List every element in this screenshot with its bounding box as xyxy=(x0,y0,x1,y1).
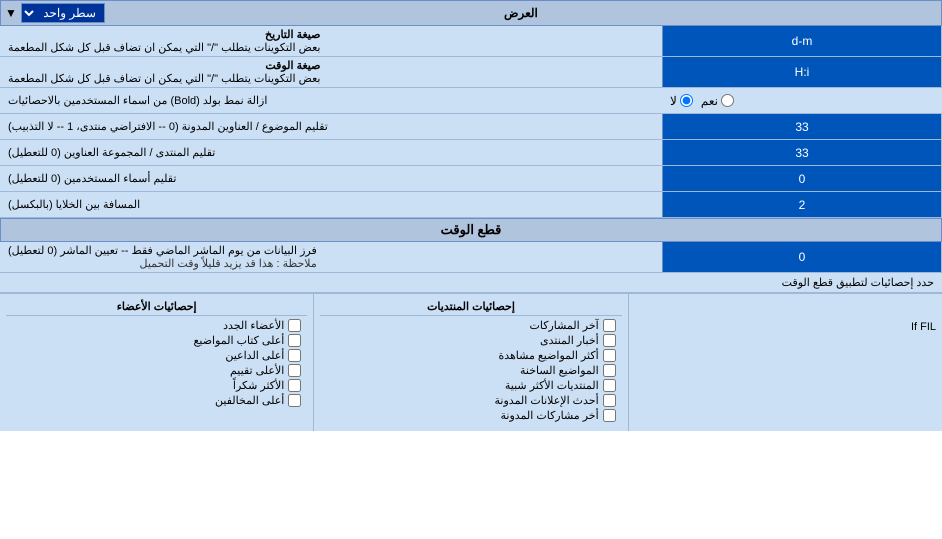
checkbox-posts-6[interactable] xyxy=(603,394,616,407)
checkbox-section: If FIL إحصائيات المنتديات آخر المشاركات … xyxy=(0,293,942,431)
list-item: المواضيع الساخنة xyxy=(326,364,615,377)
time-format-title: صيغة الوقت xyxy=(8,59,320,72)
time-cut-row: 0 فرز البيانات من يوم الماشر الماضي فقط … xyxy=(0,242,942,273)
list-item: أعلى الداعين xyxy=(12,349,301,362)
checkbox-label-posts-3: أكثر المواضيع مشاهدة xyxy=(498,349,598,362)
checkbox-label-posts-6: أحدث الإعلانات المدونة xyxy=(495,394,599,407)
checkbox-members-5[interactable] xyxy=(288,379,301,392)
checkbox-posts-2[interactable] xyxy=(603,334,616,347)
checkbox-posts-1[interactable] xyxy=(603,319,616,332)
date-format-row: d-m صيغة التاريخ بعض التكوينات يتطلب "/"… xyxy=(0,26,942,57)
time-cut-input[interactable]: 0 xyxy=(669,249,935,265)
bold-remove-label: ازالة نمط بولد (Bold) من اسماء المستخدمي… xyxy=(0,88,662,113)
checkbox-label-posts-7: أخر مشاركات المدونة xyxy=(501,409,599,422)
list-item: أعلى المخالفين xyxy=(12,394,301,407)
checkbox-label-members-4: الأعلى تقييم xyxy=(230,364,284,377)
checkbox-label-posts-5: المنتديات الأكثر شبية xyxy=(505,379,599,392)
user-sort-row: 0 تقليم أسماء المستخدمين (0 للتعطيل) xyxy=(0,166,942,192)
posts-col: إحصائيات المنتديات آخر المشاركات أخبار ا… xyxy=(313,294,627,431)
dropdown-icon: ▼ xyxy=(5,6,17,20)
topic-sort-label: تقليم الموضوع / العناوين المدونة (0 -- ا… xyxy=(0,114,662,139)
radio-no-label: لا xyxy=(670,94,693,108)
display-select[interactable]: سطر واحدسطرينثلاثة أسطر xyxy=(21,3,105,23)
topic-sort-input[interactable]: 33 xyxy=(669,119,935,135)
checkbox-label-members-6: أعلى المخالفين xyxy=(215,394,284,407)
time-format-row: H:i صيغة الوقت بعض التكوينات يتطلب "/" ا… xyxy=(0,57,942,88)
checkbox-posts-3[interactable] xyxy=(603,349,616,362)
members-checkbox-list: الأعضاء الجدد أعلى كتاب المواضيع أعلى ال… xyxy=(6,316,307,412)
list-item: أخبار المنتدى xyxy=(326,334,615,347)
right-col: If FIL xyxy=(628,294,942,431)
if-fil-label: If FIL xyxy=(635,319,936,335)
checkbox-label-posts-4: المواضيع الساخنة xyxy=(520,364,599,377)
radio-yes[interactable] xyxy=(721,94,734,107)
checkbox-posts-4[interactable] xyxy=(603,364,616,377)
cell-spacing-input[interactable]: 2 xyxy=(669,197,935,213)
forum-sort-row: 33 تقليم المنتدى / المجموعة العناوين (0 … xyxy=(0,140,942,166)
cell-spacing-input-cell: 2 xyxy=(662,192,942,217)
header-row: العرض سطر واحدسطرينثلاثة أسطر ▼ xyxy=(0,0,942,26)
list-item: الأعلى تقييم xyxy=(12,364,301,377)
main-container: العرض سطر واحدسطرينثلاثة أسطر ▼ d-m صيغة… xyxy=(0,0,942,431)
time-cut-main-label: فرز البيانات من يوم الماشر الماضي فقط --… xyxy=(8,244,317,257)
date-format-label: صيغة التاريخ بعض التكوينات يتطلب "/" الت… xyxy=(0,26,662,56)
time-cut-label: فرز البيانات من يوم الماشر الماضي فقط --… xyxy=(0,242,662,272)
topic-sort-input-cell: 33 xyxy=(662,114,942,139)
checkbox-members-3[interactable] xyxy=(288,349,301,362)
time-format-label: صيغة الوقت بعض التكوينات يتطلب "/" التي … xyxy=(0,57,662,87)
time-cut-header: قطع الوقت xyxy=(0,218,942,242)
bold-radio-cell: نعم لا xyxy=(662,88,942,113)
radio-no[interactable] xyxy=(680,94,693,107)
list-item: الأعضاء الجدد xyxy=(12,319,301,332)
posts-checkbox-list: آخر المشاركات أخبار المنتدى أكثر المواضي… xyxy=(320,316,621,427)
posts-col-header: إحصائيات المنتديات xyxy=(320,298,621,316)
time-format-input-cell: H:i xyxy=(662,57,942,87)
checkbox-label-posts-1: آخر المشاركات xyxy=(530,319,599,332)
time-cut-input-cell: 0 xyxy=(662,242,942,272)
topic-sort-row: 33 تقليم الموضوع / العناوين المدونة (0 -… xyxy=(0,114,942,140)
checkbox-members-1[interactable] xyxy=(288,319,301,332)
time-cut-note: ملاحظة : هذا قد يزيد قليلاً وقت التحميل xyxy=(8,257,317,270)
checkbox-members-6[interactable] xyxy=(288,394,301,407)
forum-sort-label: تقليم المنتدى / المجموعة العناوين (0 للت… xyxy=(0,140,662,165)
list-item: أكثر المواضيع مشاهدة xyxy=(326,349,615,362)
cell-spacing-row: 2 المسافة بين الخلايا (بالبكسل) xyxy=(0,192,942,218)
user-sort-input-cell: 0 xyxy=(662,166,942,191)
checkbox-label-posts-2: أخبار المنتدى xyxy=(540,334,599,347)
cell-spacing-label: المسافة بين الخلايا (بالبكسل) xyxy=(0,192,662,217)
checkbox-label-members-1: الأعضاء الجدد xyxy=(223,319,284,332)
radio-yes-label: نعم xyxy=(701,94,734,108)
checkbox-posts-7[interactable] xyxy=(603,409,616,422)
list-item: المنتديات الأكثر شبية xyxy=(326,379,615,392)
time-format-input[interactable]: H:i xyxy=(669,64,935,80)
apply-row: حدد إحصائيات لتطبيق قطع الوقت xyxy=(0,273,942,293)
user-sort-label: تقليم أسماء المستخدمين (0 للتعطيل) xyxy=(0,166,662,191)
list-item: أحدث الإعلانات المدونة xyxy=(326,394,615,407)
date-format-input-cell: d-m xyxy=(662,26,942,56)
members-col: إحصائيات الأعضاء الأعضاء الجدد أعلى كتاب… xyxy=(0,294,313,431)
list-item: أعلى كتاب المواضيع xyxy=(12,334,301,347)
list-item: آخر المشاركات xyxy=(326,319,615,332)
forum-sort-input-cell: 33 xyxy=(662,140,942,165)
date-format-input[interactable]: d-m xyxy=(669,33,935,49)
checkbox-posts-5[interactable] xyxy=(603,379,616,392)
date-format-sublabel: بعض التكوينات يتطلب "/" التي يمكن ان تضا… xyxy=(8,41,320,54)
checkbox-label-members-5: الأكثر شكراً xyxy=(233,379,284,392)
checkbox-members-4[interactable] xyxy=(288,364,301,377)
checkbox-label-members-3: أعلى الداعين xyxy=(225,349,284,362)
apply-label: حدد إحصائيات لتطبيق قطع الوقت xyxy=(8,276,934,289)
header-label: العرض xyxy=(105,6,937,20)
bold-remove-row: نعم لا ازالة نمط بولد (Bold) من اسماء ال… xyxy=(0,88,942,114)
list-item: الأكثر شكراً xyxy=(12,379,301,392)
list-item: أخر مشاركات المدونة xyxy=(326,409,615,422)
time-format-sublabel: بعض التكوينات يتطلب "/" التي يمكن ان تضا… xyxy=(8,72,320,85)
forum-sort-input[interactable]: 33 xyxy=(669,145,935,161)
user-sort-input[interactable]: 0 xyxy=(669,171,935,187)
checkbox-label-members-2: أعلى كتاب المواضيع xyxy=(194,334,285,347)
checkbox-members-2[interactable] xyxy=(288,334,301,347)
date-format-title: صيغة التاريخ xyxy=(8,28,320,41)
members-col-header: إحصائيات الأعضاء xyxy=(6,298,307,316)
